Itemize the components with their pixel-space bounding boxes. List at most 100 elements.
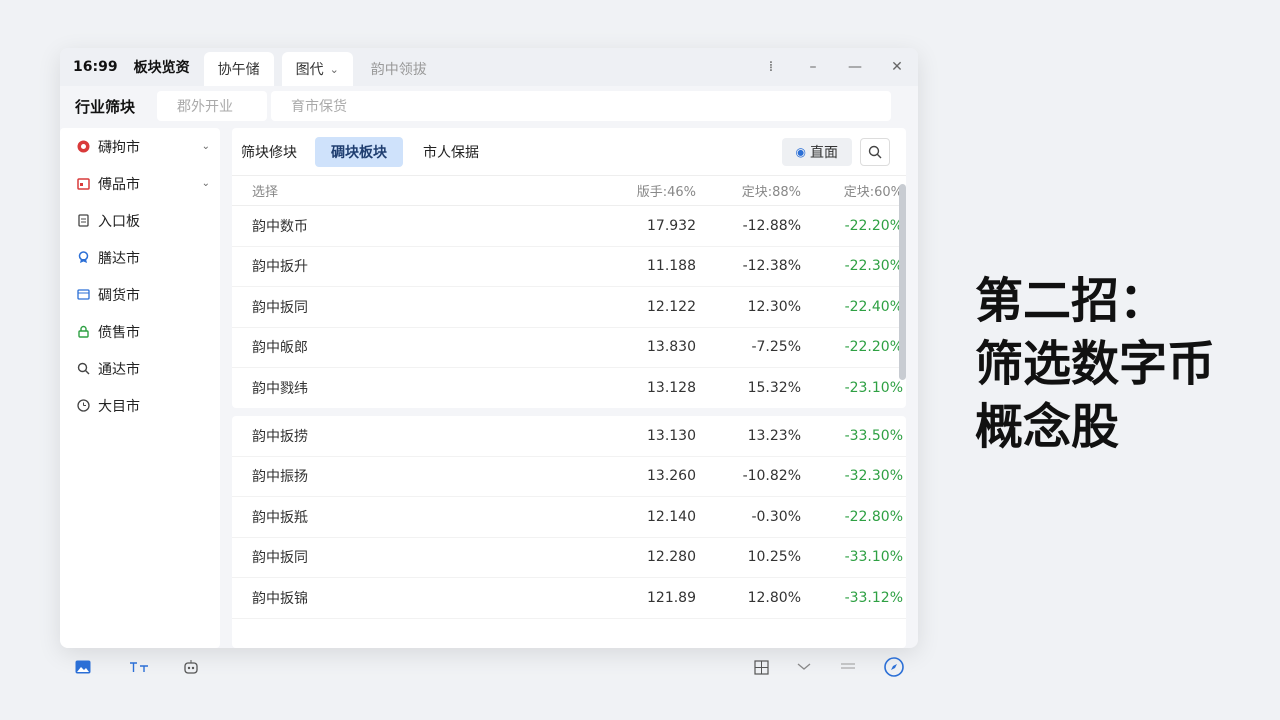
- row-value: 12.122: [647, 298, 696, 315]
- filter-bar: 行业筛块 郡外开业 育市保货: [60, 86, 918, 126]
- row-change: -12.38%: [742, 258, 801, 275]
- row-name: 韵中扳羝: [252, 509, 308, 526]
- row-change-green: -33.10%: [844, 549, 903, 566]
- table-row[interactable]: 韵中振扬 13.260 -10.82% -32.30%: [232, 457, 906, 497]
- row-value: 11.188: [647, 258, 696, 275]
- table-row[interactable]: 韵中皈郎 13.830 -7.25% -22.20%: [232, 328, 906, 368]
- row-value: 13.128: [647, 379, 696, 396]
- sidebar-item-5[interactable]: 碉货市: [60, 276, 220, 313]
- row-change-green: -22.40%: [844, 298, 903, 315]
- search-button[interactable]: [860, 137, 890, 166]
- column-header[interactable]: 定块:88%: [696, 181, 801, 200]
- app-window: 16:99 板块览资 协午储 图代 ⌄ 韵中领拔 ⁞ – — ✕ 行业筛块 郡外开…: [60, 48, 918, 648]
- segment-active[interactable]: 碉块板块: [315, 136, 403, 167]
- row-change-green: -22.20%: [844, 217, 903, 234]
- row-change-green: -23.10%: [844, 379, 903, 396]
- table-row[interactable]: 韵中扳羝 12.140 -0.30% -22.80%: [232, 497, 906, 538]
- app-title: 板块览资: [133, 60, 190, 76]
- table-row[interactable]: 韵中扳同 12.280 10.25% -33.10%: [232, 538, 906, 578]
- table-row[interactable]: 韵中扳同 12.122 12.30% -22.40%: [232, 287, 906, 328]
- sidebar-item-label: 礴拘市: [98, 139, 140, 156]
- promo-headline: 第二招： 筛选数字币 概念股: [975, 270, 1265, 459]
- table-row[interactable]: 韵中数币 17.932 -12.88% -22.20%: [232, 206, 906, 247]
- grid-icon[interactable]: [752, 658, 770, 676]
- tab-2-dropdown[interactable]: 图代 ⌄: [281, 52, 353, 86]
- row-change: 10.25%: [747, 549, 801, 566]
- row-change: -12.88%: [742, 217, 801, 234]
- robot-icon[interactable]: [182, 658, 200, 676]
- filter-field-b[interactable]: 育市保货: [271, 91, 892, 121]
- sidebar-item-2[interactable]: 傅品市 ⌄: [60, 165, 220, 202]
- column-header[interactable]: 定块:60%: [801, 181, 903, 200]
- row-name: 韵中扳升: [252, 259, 308, 276]
- badge-icon: [76, 251, 90, 265]
- close-icon[interactable]: ✕: [876, 59, 918, 75]
- row-value: 121.89: [647, 589, 696, 606]
- list-icon[interactable]: [840, 658, 856, 676]
- row-name: 韵中数币: [252, 218, 308, 235]
- box-icon: [76, 288, 90, 302]
- row-name: 韵中扳同: [252, 299, 308, 316]
- query-button-label: 直面: [810, 144, 838, 161]
- row-value: 12.140: [647, 508, 696, 525]
- red-circle-icon: [76, 140, 90, 154]
- clock-time: 16:99: [73, 59, 118, 75]
- row-value: 13.130: [647, 427, 696, 444]
- sidebar-item-4[interactable]: 膳达市: [60, 239, 220, 276]
- filter-field-a[interactable]: 郡外开业: [157, 91, 268, 121]
- sidebar-item-label: 碉货市: [98, 287, 140, 304]
- row-change: -0.30%: [751, 508, 801, 525]
- tab-label: 韵中领拔: [370, 62, 427, 78]
- sidebar-item-6[interactable]: 偾售市: [60, 313, 220, 350]
- row-name: 韵中振扬: [252, 469, 308, 486]
- sidebar-item-7[interactable]: 通达市: [60, 350, 220, 387]
- sidebar-item-3[interactable]: 入口板: [60, 202, 220, 239]
- search-icon: [76, 362, 90, 376]
- text-icon[interactable]: [128, 658, 150, 676]
- headline-line-1: 第二招：: [975, 273, 1168, 329]
- row-name: 韵中戮纬: [252, 380, 308, 397]
- filter-label: 行业筛块: [75, 97, 136, 116]
- table-row[interactable]: 韵中扳捞 13.130 13.23% -33.50%: [232, 416, 906, 457]
- sidebar-item-label: 傅品市: [98, 176, 140, 193]
- table-row[interactable]: 韵中扳锦 121.89 12.80% -33.12%: [232, 578, 906, 619]
- scrollbar[interactable]: [899, 184, 906, 380]
- compass-icon[interactable]: [883, 656, 905, 678]
- clock-icon: [76, 399, 90, 413]
- maximize-icon[interactable]: —: [834, 59, 876, 75]
- status-bar: [60, 652, 918, 682]
- sidebar-item-label: 大目市: [98, 398, 140, 415]
- minimize-icon[interactable]: –: [792, 59, 834, 75]
- column-header[interactable]: 版手:46%: [572, 181, 696, 200]
- main-content: 筛块修块 碉块板块 市人保据 ◉ 直面 选择 版手:46% 定块:88% 定块:…: [232, 128, 908, 648]
- row-change-green: -33.50%: [844, 427, 903, 444]
- table-panel-bottom: 韵中扳捞 13.130 13.23% -33.50% 韵中振扬 13.260 -10.82…: [232, 416, 906, 648]
- tab-1[interactable]: 协午储: [203, 52, 274, 86]
- image-icon[interactable]: [74, 658, 92, 676]
- column-header[interactable]: 选择: [252, 181, 572, 200]
- row-change-green: -32.30%: [844, 468, 903, 485]
- row-value: 13.830: [647, 339, 696, 356]
- chevron-down-icon[interactable]: [796, 658, 812, 676]
- chevron-down-icon[interactable]: ⌄: [202, 141, 210, 152]
- toolbar-label: 筛块修块: [241, 144, 297, 161]
- row-change-green: -22.30%: [844, 258, 903, 275]
- sidebar-item-label: 入口板: [98, 213, 140, 230]
- segment-other[interactable]: 市人保据: [407, 137, 495, 167]
- row-change: 12.30%: [747, 298, 801, 315]
- table-toolbar: 筛块修块 碉块板块 市人保据 ◉ 直面: [232, 128, 906, 176]
- query-button[interactable]: ◉ 直面: [781, 137, 852, 166]
- table-panel-top: 筛块修块 碉块板块 市人保据 ◉ 直面 选择 版手:46% 定块:88% 定块:…: [232, 128, 906, 408]
- sidebar: 礴拘市 ⌄ 傅品市 ⌄ 入口板 膳达市 碉货市 偾售市 通达市 大目市: [60, 128, 220, 648]
- sidebar-item-8[interactable]: 大目市: [60, 387, 220, 424]
- chevron-down-icon[interactable]: ⌄: [202, 178, 210, 189]
- row-name: 韵中扳同: [252, 550, 308, 567]
- menu-icon[interactable]: ⁞: [750, 59, 792, 75]
- sidebar-item-1[interactable]: 礴拘市 ⌄: [60, 128, 220, 165]
- table-row[interactable]: 韵中扳升 11.188 -12.38% -22.30%: [232, 247, 906, 287]
- table-row[interactable]: 韵中戮纬 13.128 15.32% -23.10%: [232, 368, 906, 408]
- tab-3[interactable]: 韵中领拔: [357, 52, 441, 86]
- table-header: 选择 版手:46% 定块:88% 定块:60%: [232, 176, 906, 206]
- row-change: 12.80%: [747, 589, 801, 606]
- row-change-green: -22.80%: [844, 508, 903, 525]
